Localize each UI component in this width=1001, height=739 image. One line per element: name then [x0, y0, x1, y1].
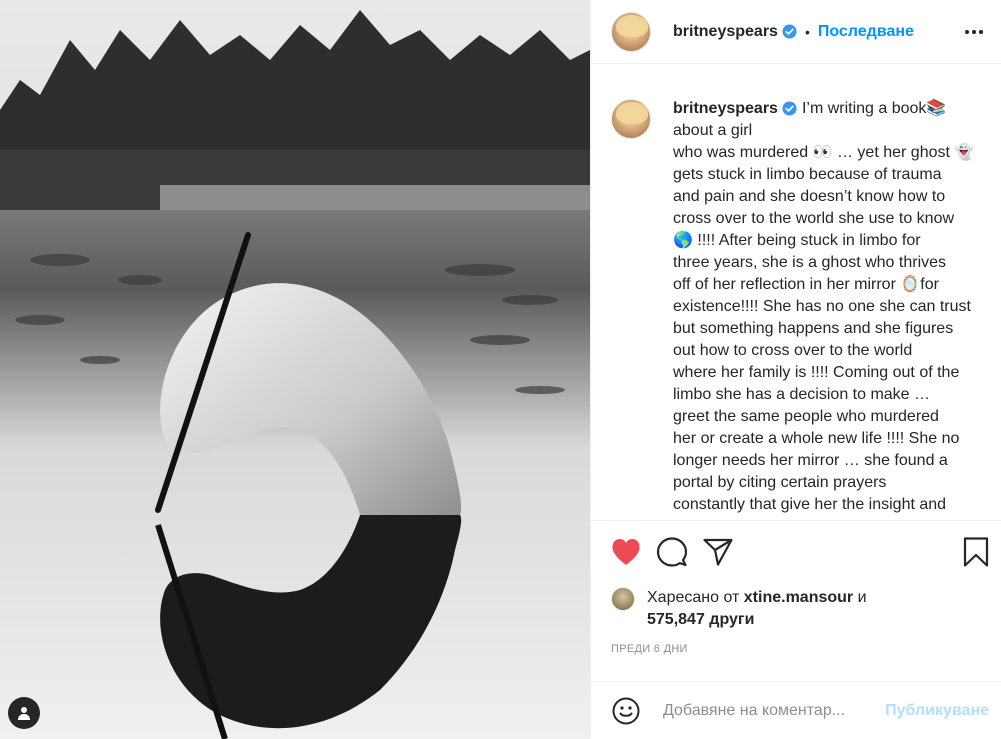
bookmark-icon [963, 537, 989, 567]
caption-line: limbo she has a decision to make … [673, 386, 931, 403]
author-username[interactable]: britneyspears [673, 23, 778, 41]
comment-button[interactable] [657, 537, 687, 567]
post-actions: Харесано от xtine.mansour и 575,847 друг… [591, 520, 1001, 655]
add-comment-section: Публикуване [591, 681, 1001, 739]
photo-artwork [0, 0, 590, 739]
caption-line: out how to cross over to the world [673, 342, 913, 359]
caption-line-1: britneyspears I’m writing a book📚 [673, 98, 991, 120]
caption-line: portal by citing certain prayers [673, 474, 887, 491]
caption-line: about a girl [673, 122, 753, 139]
like-button[interactable] [611, 537, 641, 567]
comment-bubble-icon [657, 537, 687, 567]
heart-filled-icon [612, 539, 640, 565]
post-image[interactable] [0, 0, 590, 739]
caption-line: off of her reflection in her mirror 🪞for [673, 276, 939, 293]
caption-line: three years, she is a ghost who thrives [673, 254, 947, 271]
caption-line: her or create a whole new life !!!! She … [673, 430, 960, 447]
user-tag-icon [18, 707, 30, 720]
paper-plane-icon [703, 538, 733, 566]
caption-line: 🌎 !!!! After being stuck in limbo for [673, 232, 921, 249]
caption-line: greet the same people who murdered [673, 408, 939, 425]
liker-avatar[interactable] [611, 587, 635, 611]
caption-section: britneyspears I’m writing a book📚 about a… [591, 64, 1001, 520]
caption-body: britneyspears I’m writing a book📚 about a… [673, 98, 991, 520]
likes-and: и [857, 589, 867, 606]
likes-summary: Харесано от xtine.mansour и 575,847 друг… [611, 587, 991, 631]
more-options-button[interactable] [963, 21, 985, 43]
caption-line: and pain and she doesn’t know how to [673, 188, 946, 205]
likes-count[interactable]: 575,847 [647, 611, 705, 628]
caption-line: who was murdered 👀 … yet her ghost 👻 [673, 144, 975, 161]
post-header: britneyspears • Последване [591, 0, 1001, 64]
author-avatar[interactable] [611, 11, 651, 52]
more-options-icon [965, 29, 983, 34]
likes-text: Харесано от xtine.mansour и 575,847 друг… [647, 587, 867, 631]
caption-username[interactable]: britneyspears [673, 100, 778, 117]
post-timestamp[interactable]: Преди 6 дни [611, 643, 991, 655]
caption-line: gets stuck in limbo because of trauma [673, 166, 942, 183]
caption-author-avatar[interactable] [611, 99, 651, 139]
save-button[interactable] [961, 537, 991, 567]
header-separator: • [804, 23, 810, 40]
caption-line: existence!!!! She has no one she can tru… [673, 298, 971, 315]
smiley-icon [612, 697, 640, 724]
caption-line: constantly that give her the insight and [673, 496, 947, 513]
caption-line: but something happens and she figures [673, 320, 954, 337]
action-icons-row [611, 537, 991, 567]
share-button[interactable] [703, 537, 733, 567]
tagged-users-button[interactable] [8, 697, 40, 729]
post-comment-button[interactable]: Публикуване [885, 702, 989, 720]
post-details-panel: britneyspears • Последване britneyspears… [590, 0, 1001, 739]
caption-line: where her family is !!!! Coming out of t… [673, 364, 960, 381]
emoji-button[interactable] [611, 696, 641, 726]
comment-input[interactable] [661, 700, 865, 721]
caption-line: I’m writing a book📚 [801, 100, 947, 117]
caption-line: longer needs her mirror … she found a [673, 452, 948, 469]
liker-username[interactable]: xtine.mansour [744, 589, 853, 606]
caption-line: cross over to the world she use to know [673, 210, 955, 227]
follow-button[interactable]: Последване [818, 23, 914, 41]
likes-others[interactable]: други [709, 611, 754, 628]
verified-badge-icon [782, 101, 797, 116]
verified-badge-icon [782, 24, 797, 39]
likes-prefix: Харесано от [647, 589, 740, 606]
